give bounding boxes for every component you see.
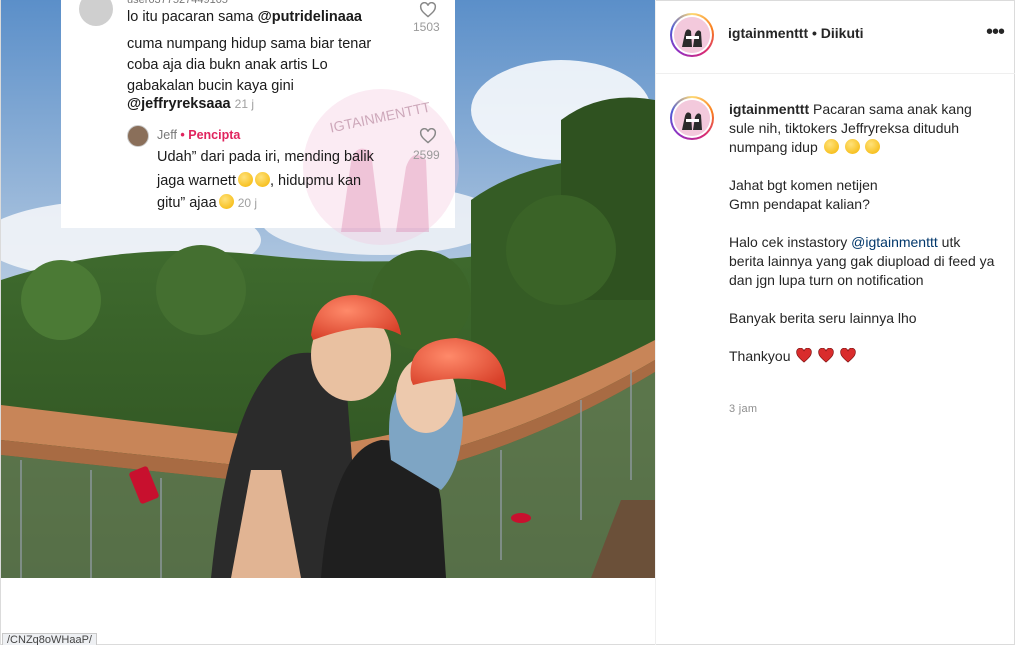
- pleading-face-emoji: [238, 172, 253, 187]
- comment-line-5: @jeffryreksaaa 21 j: [127, 96, 255, 112]
- relieved-face-emoji: [218, 194, 234, 209]
- caption-paragraph-5: Thankyou: [729, 347, 999, 366]
- caption-username[interactable]: igtainmenttt: [729, 101, 809, 117]
- comment-screenshot: user6377527449105 lo itu pacaran sama @p…: [61, 0, 459, 245]
- heart-outline-icon: [419, 2, 437, 18]
- comment-line-1: lo itu pacaran sama @putridelinaaa: [127, 9, 362, 25]
- header-avatar[interactable]: [670, 13, 714, 57]
- red-heart-emoji: [840, 348, 856, 363]
- like-count: 2599: [413, 148, 440, 162]
- caption-paragraph-3: Halo cek instastory @igtainmenttt utk be…: [729, 234, 995, 288]
- status-url: /CNZq8oWHaaP/: [2, 633, 97, 645]
- reply-line-3: gitu” ajaa 20 j: [157, 194, 258, 211]
- reply-line-1: Udah” dari pada iri, mending balik: [157, 149, 374, 165]
- pleading-face-emoji: [255, 172, 270, 187]
- heart-outline-icon: [419, 128, 437, 144]
- commenter-username: user6377527449105: [127, 0, 228, 6]
- media-footer-area: [1, 578, 655, 644]
- caption-avatar[interactable]: [670, 96, 714, 140]
- follow-status[interactable]: • Diikuti: [812, 25, 864, 41]
- reply-line-2: jaga warnett, hidupmu kan: [157, 172, 362, 189]
- caption-mention-link[interactable]: @igtainmenttt: [851, 234, 938, 250]
- post-image[interactable]: user6377527449105 lo itu pacaran sama @p…: [1, 0, 655, 578]
- thinking-face-emoji: [865, 139, 881, 154]
- post-header: igtainmenttt • Diikuti •••: [656, 0, 1015, 74]
- caption-paragraph-2: Jahat bgt komen netijen Gmn pendapat kal…: [729, 177, 878, 212]
- thinking-face-emoji: [844, 139, 860, 154]
- account-logo-icon: [674, 17, 710, 53]
- post-caption: igtainmenttt Pacaran sama anak kang sule…: [729, 100, 999, 385]
- caption-paragraph-4: Banyak berita seru lainnya lho: [729, 310, 917, 326]
- more-options-icon[interactable]: •••: [986, 22, 1006, 46]
- caption-paragraph-1: igtainmenttt Pacaran sama anak kang sule…: [729, 101, 972, 155]
- comment-line-2: cuma numpang hidup sama biar tenar: [127, 36, 372, 52]
- like-count: 1503: [413, 20, 440, 34]
- thinking-face-emoji: [823, 139, 839, 154]
- red-heart-emoji: [818, 348, 834, 363]
- post-side-panel: igtainmenttt • Diikuti ••• igtainmenttt …: [655, 0, 1015, 645]
- post-timestamp[interactable]: 3 jam: [729, 403, 757, 415]
- comment-line-3: coba aja dia bukn anak artis Lo: [127, 57, 328, 73]
- account-logo-icon: [674, 100, 710, 136]
- commenter-avatar: [79, 0, 113, 26]
- reply-avatar: [127, 125, 149, 147]
- reply-author: Jeff • Pencipta: [157, 128, 241, 142]
- red-heart-emoji: [796, 348, 813, 363]
- header-username[interactable]: igtainmenttt • Diikuti: [728, 25, 864, 41]
